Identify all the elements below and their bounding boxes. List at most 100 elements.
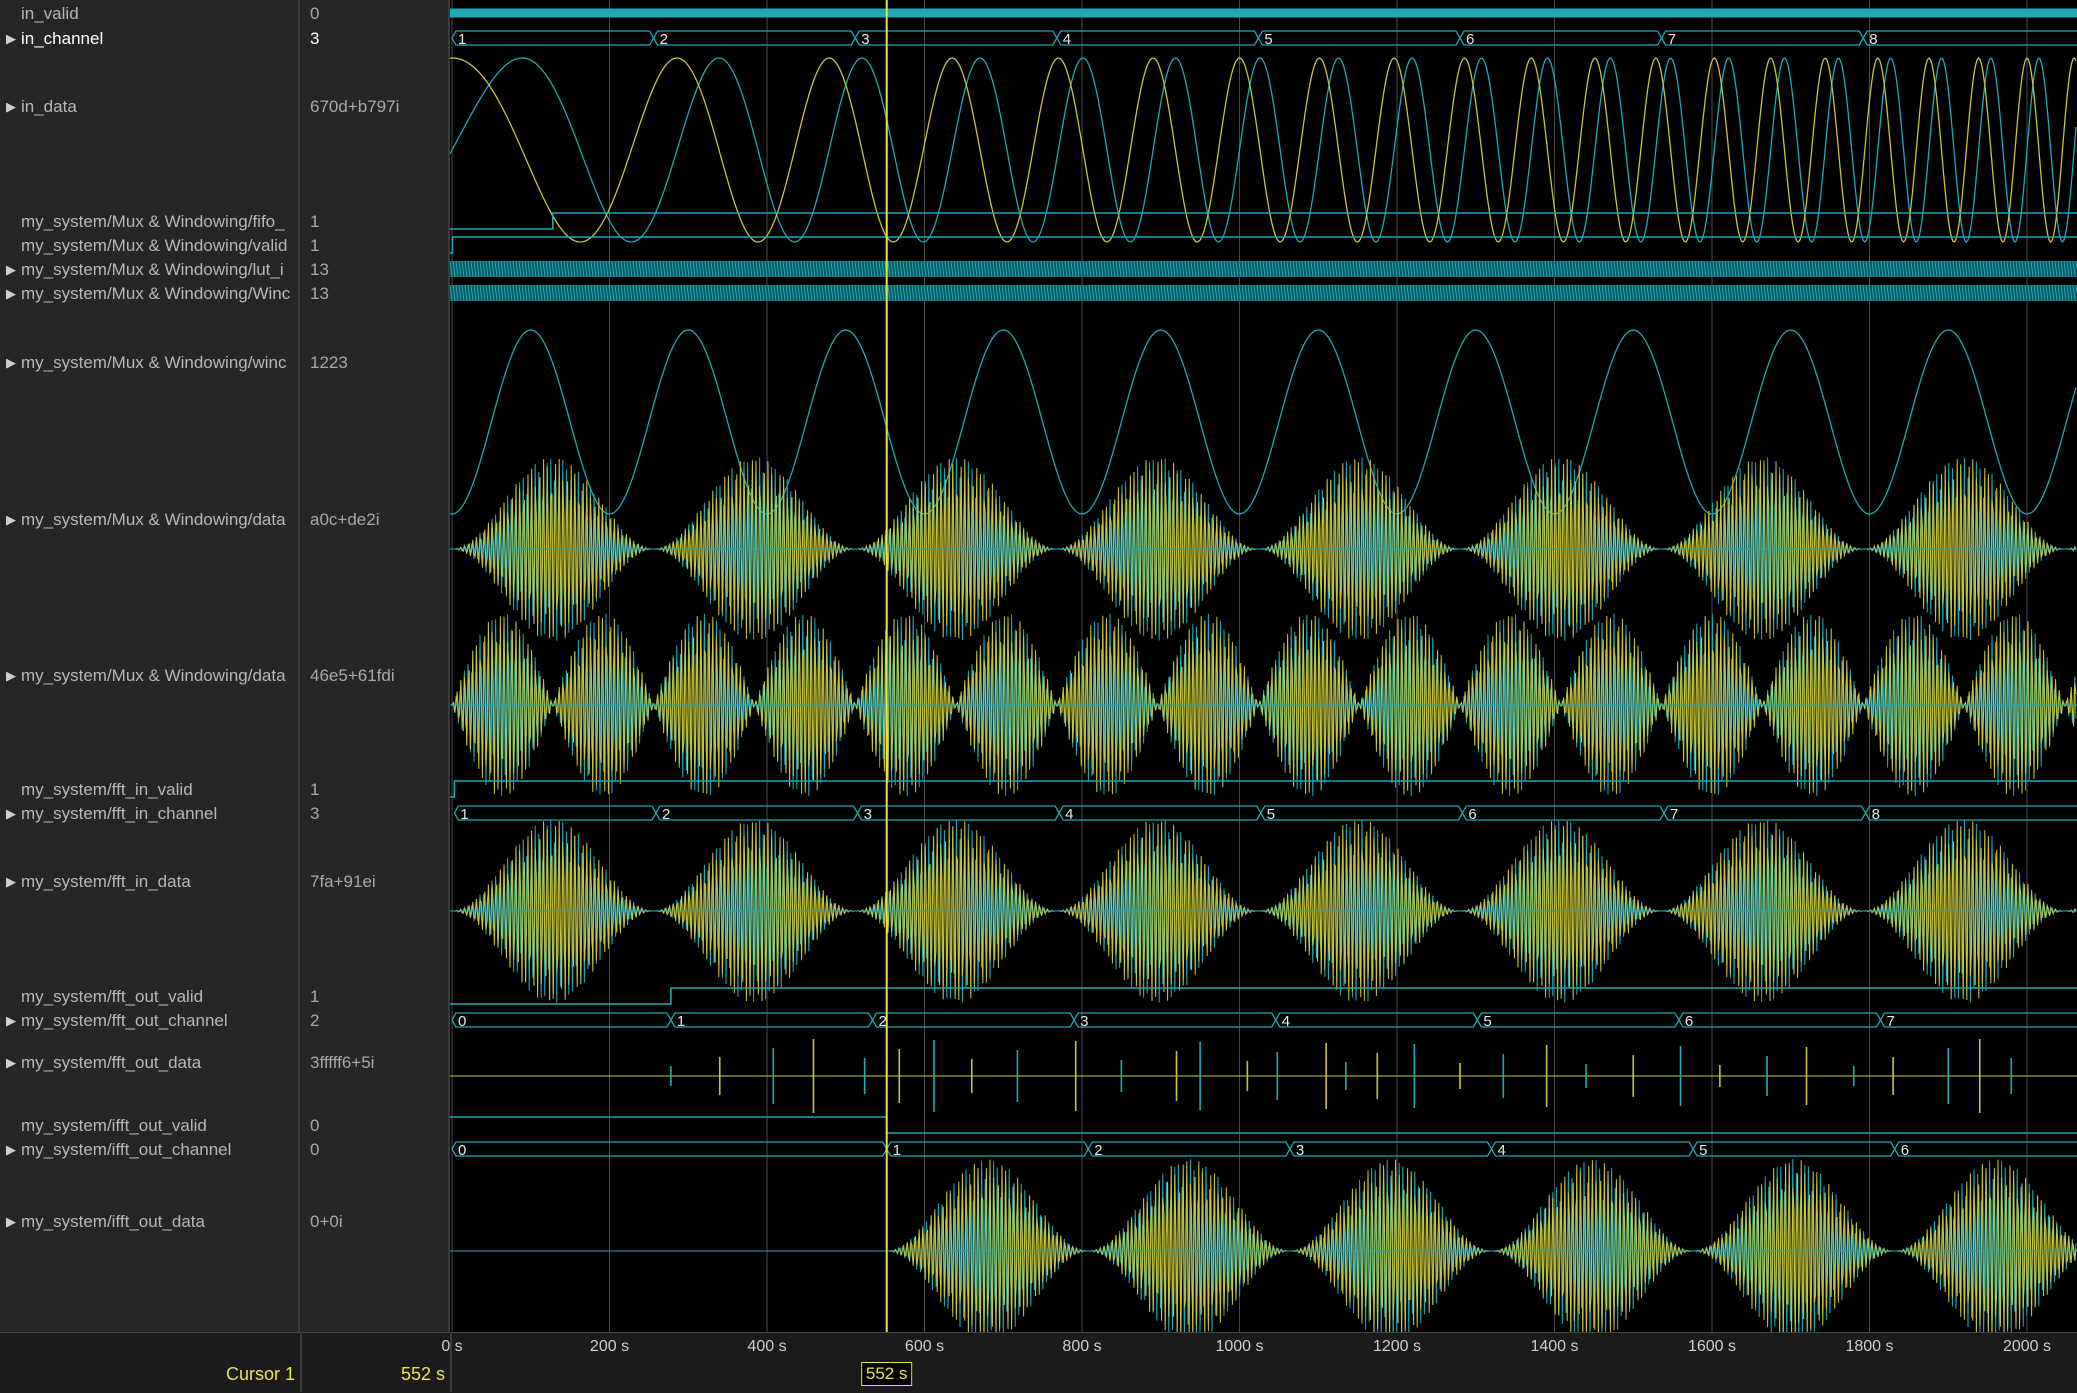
signal-name-label: my_system/ifft_out_valid [21,1116,207,1135]
signal-name-row[interactable]: ▶ my_system/Mux & Windowing/data [0,664,300,688]
signal-name-label: my_system/fft_in_channel [21,804,218,823]
signal-name-label: in_data [21,97,77,116]
ifft-out-channel-bus-segment [451,1141,888,1157]
ifft-out-channel-bus-label: 1 [893,1142,901,1159]
ifft-out-valid-trace [450,1116,2077,1134]
signal-value: 0+0i [310,1212,343,1231]
signal-value: 13 [310,284,329,303]
time-tick-label: 200 s [589,1338,630,1355]
signal-name-row[interactable]: my_system/Mux & Windowing/valid [0,234,300,258]
ifft-out-channel-bus-label: 2 [1094,1142,1102,1159]
fft-in-channel-bus-label: 7 [1670,806,1678,823]
fft-in-channel-bus-label: 5 [1267,806,1275,823]
signal-name-label: my_system/fft_in_valid [21,780,193,799]
fft-in-channel-bus-segment [1663,805,1867,821]
time-tick-label: 400 s [747,1338,787,1355]
signal-name-row[interactable]: ▶ my_system/fft_in_channel [0,802,300,826]
ifft-out-channel-bus-segment [1692,1141,1896,1157]
fft-out-channel-bus-label: 1 [677,1013,685,1030]
fft-out-channel-bus-label: 6 [1685,1013,1693,1030]
expand-triangle-icon[interactable]: ▶ [6,508,16,532]
time-tick-label: 800 s [1062,1338,1102,1355]
fft-out-channel-bus-label: 3 [1080,1013,1088,1030]
signal-name-row[interactable]: ▶ in_channel [0,27,300,51]
valid-trace [450,236,2077,254]
signal-value: 2 [310,1011,320,1030]
signal-name-label: my_system/fft_out_data [21,1053,202,1072]
expand-triangle-icon[interactable]: ▶ [6,282,16,306]
waveform-area[interactable]: 1 2 3 4 5 6 7 8 1 2 3 4 5 6 7 8 0 1 2 3 4 5 6 7 0 1 2 3 4 5 6 [449,0,2077,1344]
signal-name-row[interactable]: my_system/Mux & Windowing/fifo_ [0,210,300,234]
signal-name-row[interactable]: ▶ my_system/Mux & Windowing/lut_i [0,258,300,282]
fft-in-channel-bus-label: 3 [864,806,872,823]
signal-name-row[interactable]: ▶ my_system/ifft_out_data [0,1210,300,1234]
signal-name-row[interactable]: my_system/ifft_out_valid [0,1114,300,1138]
signal-value: 0 [310,1116,320,1135]
signal-name-row[interactable]: my_system/fft_in_valid [0,778,300,802]
signal-name-row[interactable]: ▶ my_system/fft_out_channel [0,1009,300,1033]
fft-out-channel-bus-segment [871,1012,1075,1028]
fft-out-channel-bus-label: 4 [1282,1013,1290,1030]
signal-value: 0 [310,1140,320,1159]
fft-out-channel-bus-segment [1476,1012,1680,1028]
signal-value: 46e5+61fdi [310,666,395,685]
ifft-out-channel-bus-segment [1087,1141,1291,1157]
fft-in-channel-bus-label: 1 [460,806,468,823]
expand-triangle-icon[interactable]: ▶ [6,1051,16,1075]
in-channel-bus-label: 2 [660,31,668,48]
fft-out-channel-bus-segment [1879,1012,2077,1028]
fft-out-channel-bus-label: 0 [458,1013,466,1030]
expand-triangle-icon[interactable]: ▶ [6,95,16,119]
expand-triangle-icon[interactable]: ▶ [6,258,16,282]
signal-name-label: in_valid [21,4,79,23]
expand-triangle-icon[interactable]: ▶ [6,664,16,688]
expand-triangle-icon[interactable]: ▶ [6,351,16,375]
expand-triangle-icon[interactable]: ▶ [6,870,16,894]
fft-out-channel-bus-segment [451,1012,672,1028]
in-channel-bus-label: 1 [458,31,466,48]
ifft-out-channel-bus-label: 3 [1296,1142,1304,1159]
in-channel-bus-segment [1056,30,1260,46]
fft-in-channel-bus-segment [453,805,657,821]
signal-name-row[interactable]: ▶ my_system/Mux & Windowing/winc [0,351,300,375]
expand-triangle-icon[interactable]: ▶ [6,802,16,826]
expand-triangle-icon[interactable]: ▶ [6,1210,16,1234]
time-tick-label: 0 s [441,1338,463,1355]
ifft-out-channel-bus-label: 4 [1498,1142,1506,1159]
time-tick-label: 1400 s [1530,1338,1579,1355]
fft-out-channel-bus-segment [1274,1012,1479,1028]
expand-triangle-icon[interactable]: ▶ [6,1138,16,1162]
in-channel-bus-label: 6 [1466,31,1474,48]
signal-name-label: my_system/Mux & Windowing/valid [21,236,288,255]
cursor-time-marker[interactable]: 552 s [860,1362,913,1386]
ifft-out-channel-bus-label: 6 [1901,1142,1909,1159]
in-channel-bus-segment [1660,30,1864,46]
ifft-out-channel-bus-label: 0 [458,1142,466,1159]
signal-name-label: in_channel [21,29,104,48]
in-channel-bus-label: 4 [1063,31,1071,48]
signal-name-row[interactable]: ▶ in_data [0,95,300,119]
signal-value: 0 [310,4,320,23]
ifft-out-channel-bus-segment [1289,1141,1493,1157]
signal-name-row[interactable]: ▶ my_system/fft_out_data [0,1051,300,1075]
fft-out-channel-bus-label: 2 [879,1013,887,1030]
fft-in-channel-bus-segment [1864,805,2077,821]
signal-name-row[interactable]: ▶ my_system/Mux & Windowing/data [0,508,300,532]
signal-name-row[interactable]: in_valid [0,2,300,26]
signal-name-row[interactable]: my_system/fft_out_valid [0,985,300,1009]
fft-in-channel-bus-label: 4 [1065,806,1073,823]
signal-name-row[interactable]: ▶ my_system/Mux & Windowing/Winc [0,282,300,306]
expand-triangle-icon[interactable]: ▶ [6,1009,16,1033]
signal-name-label: my_system/ifft_out_data [21,1212,205,1231]
signal-name-row[interactable]: ▶ my_system/ifft_out_channel [0,1138,300,1162]
fft-in-channel-bus-segment [1260,805,1464,821]
signal-name-row[interactable]: ▶ my_system/fft_in_data [0,870,300,894]
signal-value: 13 [310,260,329,279]
signal-value: 3fffff6+5i [310,1053,375,1072]
expand-triangle-icon[interactable]: ▶ [6,27,16,51]
signal-name-label: my_system/Mux & Windowing/winc [21,353,287,372]
in-channel-bus-segment [652,30,856,46]
waveform-canvas[interactable]: 1 2 3 4 5 6 7 8 1 2 3 4 5 6 7 8 0 1 2 3 4 5 6 7 0 1 2 3 4 5 6 [449,0,2077,1344]
signal-name-label: my_system/ifft_out_channel [21,1140,232,1159]
signal-name-label: my_system/fft_out_channel [21,1011,228,1030]
